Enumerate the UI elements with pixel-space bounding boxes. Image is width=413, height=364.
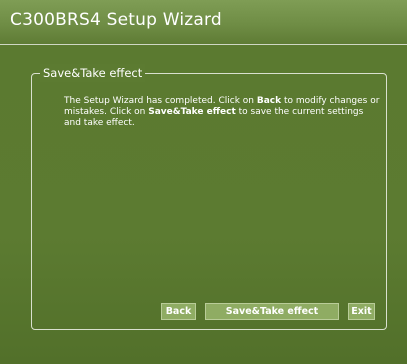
save-take-effect-button[interactable]: Save&Take effect [205,303,339,320]
back-button[interactable]: Back [161,303,196,320]
completion-message: The Setup Wizard has completed. Click on… [64,96,380,129]
group-legend: Save&Take effect [40,64,146,82]
message-text-1: The Setup Wizard has completed. Click on [64,96,257,106]
title-bar: C300BRS4 Setup Wizard [0,0,407,44]
window-title: C300BRS4 Setup Wizard [10,10,222,30]
setup-wizard-window: C300BRS4 Setup Wizard Save&Take effect T… [0,0,407,364]
message-back-reference: Back [256,96,282,106]
exit-button[interactable]: Exit [348,303,375,320]
message-save-reference: Save&Take effect [148,107,236,117]
